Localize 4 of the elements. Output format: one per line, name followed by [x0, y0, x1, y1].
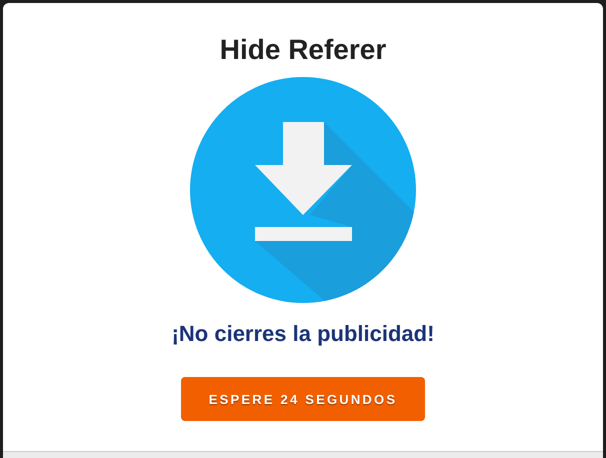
notice-text: ¡No cierres la publicidad! [172, 320, 434, 348]
download-icon [190, 77, 416, 303]
wait-button[interactable]: ESPERE 24 SEGUNDOS [181, 377, 425, 421]
page-title: Hide Referer [220, 33, 386, 67]
